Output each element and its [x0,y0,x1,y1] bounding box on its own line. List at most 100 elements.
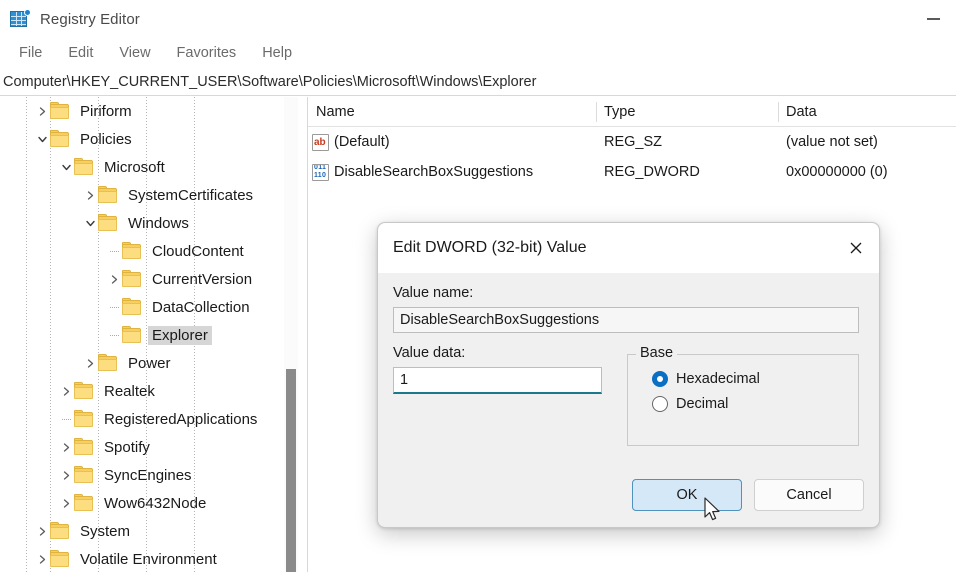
registry-editor-icon [10,9,31,29]
folder-icon [98,353,117,371]
radio-label: Decimal [676,396,729,412]
value-name-input[interactable]: DisableSearchBoxSuggestions [393,307,859,333]
chevron-down-icon[interactable] [34,125,50,153]
chevron-right-icon[interactable] [58,461,74,489]
tree-item-realtek[interactable]: Realtek [0,377,293,405]
ok-button[interactable]: OK [632,479,742,511]
radio-label: Hexadecimal [676,371,760,387]
table-row[interactable]: ab (Default) REG_SZ (value not set) [308,127,956,157]
chevron-right-icon[interactable] [82,181,98,209]
tree-item-datacollection[interactable]: DataCollection [0,293,293,321]
values-list-body[interactable]: ab (Default) REG_SZ (value not set) 011 110 Di… [308,127,956,187]
tree-item-label: System [80,522,131,540]
tree-item-label: Windows [128,214,189,232]
tree-item-power[interactable]: Power [0,349,293,377]
close-glyph [850,242,862,254]
value-data-column: Value data: 1 [393,345,602,446]
tree-item-syncengines[interactable]: SyncEngines [0,461,293,489]
tree-item-cloudcontent[interactable]: CloudContent [0,237,293,265]
tree-item-piriform[interactable]: Piriform [0,97,293,125]
tree-item-registeredapplications[interactable]: RegisteredApplications [0,405,293,433]
chevron-right-icon[interactable] [34,97,50,125]
chevron-right-icon[interactable] [34,517,50,545]
column-header-data[interactable]: Data [778,97,938,127]
value-data-input[interactable]: 1 [393,367,602,394]
chevron-right-icon[interactable] [58,433,74,461]
chevron-right-icon[interactable] [58,489,74,517]
chevron-right-icon[interactable] [58,377,74,405]
close-icon[interactable] [833,223,879,273]
cancel-button[interactable]: Cancel [754,479,864,511]
value-name-text: DisableSearchBoxSuggestions [400,312,600,328]
dialog-title-bar: Edit DWORD (32-bit) Value [378,223,879,273]
tree-item-policies[interactable]: Policies [0,125,293,153]
folder-icon [122,297,141,315]
tree-item-label: CurrentVersion [152,270,253,288]
minimize-icon [926,18,940,20]
tree-item-spotify[interactable]: Spotify [0,433,293,461]
table-row[interactable]: 011 110 DisableSearchBoxSuggestions REG_DWO… [308,157,956,187]
tree-guide-stub [106,237,122,265]
tree-item-microsoft[interactable]: Microsoft [0,153,293,181]
folder-icon [74,437,93,455]
tree-item-label: Microsoft [104,158,165,176]
tree-item-wow6432node[interactable]: Wow6432Node [0,489,293,517]
chevron-right-icon[interactable] [82,349,98,377]
value-name-cell: 011 110 DisableSearchBoxSuggestions [308,157,596,187]
folder-icon [122,241,141,259]
values-list-header: Name Type Data [308,97,956,127]
column-header-name[interactable]: Name [308,97,596,127]
folder-icon [50,521,69,539]
tree-item-label: Spotify [104,438,150,456]
tree-vertical-scrollbar[interactable] [284,97,298,572]
folder-icon [50,101,69,119]
chevron-right-icon[interactable] [106,265,122,293]
dialog-title: Edit DWORD (32-bit) Value [393,239,587,256]
string-value-icon: ab [312,133,329,151]
menu-item-edit[interactable]: Edit [55,42,106,64]
registry-path: Computer\HKEY_CURRENT_USER\Software\Poli… [3,73,537,90]
folder-icon [98,213,117,231]
tree-item-label: Realtek [104,382,155,400]
tree-item-currentversion[interactable]: CurrentVersion [0,265,293,293]
tree-item-label: Explorer [148,325,212,345]
tree-item-volatile-environment[interactable]: Volatile Environment [0,545,293,572]
tree-item-systemcertificates[interactable]: SystemCertificates [0,181,293,209]
column-header-type[interactable]: Type [596,97,778,127]
menu-item-view[interactable]: View [106,42,163,64]
tree-item-system[interactable]: System [0,517,293,545]
address-bar[interactable]: Computer\HKEY_CURRENT_USER\Software\Poli… [0,68,956,96]
tree-item-label: SyncEngines [104,466,192,484]
value-data-cell: (value not set) [786,134,878,150]
tree-item-windows[interactable]: Windows [0,209,293,237]
menu-bar: File Edit View Favorites Help [0,38,956,68]
radio-decimal[interactable]: Decimal [652,396,858,412]
value-type-cell: REG_DWORD [604,164,700,180]
dialog-buttons: OK Cancel [632,479,864,511]
registry-tree[interactable]: Piriform Policies Microsoft SystemCertifica… [0,97,293,572]
chevron-down-icon[interactable] [82,209,98,237]
tree-item-label: RegisteredApplications [104,410,258,428]
menu-item-help[interactable]: Help [249,42,305,64]
folder-icon [74,157,93,175]
chevron-down-icon[interactable] [58,153,74,181]
minimize-button[interactable] [910,0,956,38]
tree-scrollbar-thumb[interactable] [286,369,296,572]
tree-guide-stub [106,321,122,349]
tree-item-explorer[interactable]: Explorer [0,321,293,349]
base-options: Hexadecimal Decimal [628,371,858,412]
tree-item-label: Policies [80,130,132,148]
menu-item-favorites[interactable]: Favorites [164,42,250,64]
tree-item-label: CloudContent [152,242,244,260]
radio-button-icon[interactable] [652,371,668,387]
menu-item-file[interactable]: File [6,42,55,64]
radio-button-icon[interactable] [652,396,668,412]
tree-item-label: DataCollection [152,298,250,316]
chevron-right-icon[interactable] [34,545,50,572]
value-data-text: 1 [400,372,409,388]
folder-icon [50,549,69,567]
value-data-cell: 0x00000000 (0) [786,164,888,180]
tree-item-label: Power [128,354,171,372]
radio-hexadecimal[interactable]: Hexadecimal [652,371,858,387]
value-type-cell: REG_SZ [604,134,663,150]
